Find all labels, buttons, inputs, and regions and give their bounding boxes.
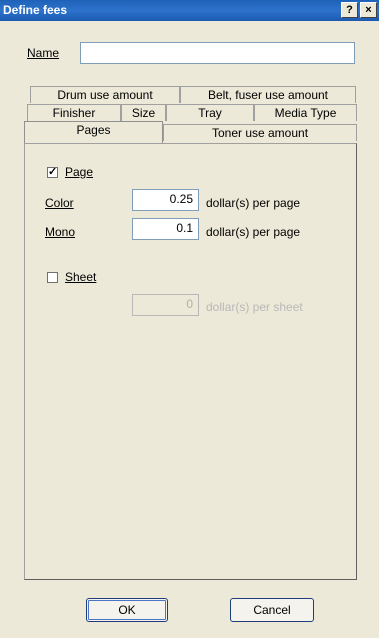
name-label: Name (27, 46, 59, 60)
cancel-button[interactable]: Cancel (230, 598, 314, 622)
close-button[interactable]: × (360, 2, 377, 18)
tab-finisher[interactable]: Finisher (27, 104, 121, 121)
title-bar[interactable]: Define fees ? × (0, 0, 379, 21)
sheet-checkbox-label: Sheet (65, 270, 97, 284)
window-title: Define fees (3, 3, 68, 17)
sheet-unit: dollar(s) per sheet (206, 300, 303, 314)
mono-fee-input[interactable]: 0.1 (132, 218, 199, 240)
ok-button[interactable]: OK (86, 598, 168, 622)
tab-size[interactable]: Size (121, 104, 166, 121)
name-label-text: Name (27, 46, 60, 60)
tab-pages[interactable]: Pages (24, 121, 163, 143)
name-input[interactable] (80, 42, 355, 64)
color-label: Color (45, 196, 74, 210)
tab-media-type[interactable]: Media Type (254, 104, 357, 121)
color-fee-input[interactable]: 0.25 (132, 189, 199, 211)
tab-toner-use-amount[interactable]: Toner use amount (163, 124, 357, 141)
define-fees-dialog: Define fees ? × Name Drum use amount Bel… (0, 0, 379, 638)
page-checkbox[interactable]: ✓ (47, 167, 58, 178)
help-button[interactable]: ? (341, 2, 358, 18)
sheet-checkbox[interactable] (47, 272, 58, 283)
tab-tray[interactable]: Tray (166, 104, 254, 121)
mono-unit: dollar(s) per page (206, 225, 301, 239)
sheet-fee-input[interactable]: 0 (132, 294, 199, 316)
color-unit: dollar(s) per page (206, 196, 301, 210)
tab-drum-use-amount[interactable]: Drum use amount (30, 86, 180, 103)
tab-belt-fuser-use-amount[interactable]: Belt, fuser use amount (180, 86, 356, 103)
page-checkbox-label: Page (65, 165, 94, 179)
mono-label: Mono (45, 225, 76, 239)
